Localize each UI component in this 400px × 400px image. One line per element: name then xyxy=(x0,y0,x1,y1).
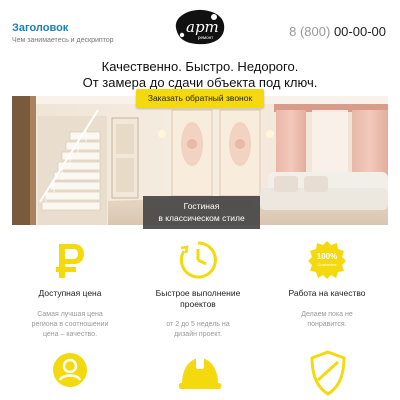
hard-hat-icon xyxy=(179,355,221,389)
callback-button[interactable]: Заказать обратный звонок xyxy=(136,89,264,108)
features-row-2 xyxy=(0,348,400,400)
logo-text: арт xyxy=(186,18,219,36)
phone-digits: 00-00-00 xyxy=(333,24,386,39)
logo[interactable]: арт ремонт xyxy=(170,8,228,46)
phone-prefix: 8 (800) xyxy=(289,24,331,39)
feature-description: Самая лучшая цена региона в соотношении … xyxy=(31,311,109,338)
caption-line-2: в классическом стиле xyxy=(158,213,245,223)
feature-description: от 2 до 5 недель на дизайн проект. xyxy=(166,321,230,338)
site-header: Заголовок Чем занимаетесь и дескриптор а… xyxy=(0,0,400,50)
site-title[interactable]: Заголовок xyxy=(12,22,68,34)
logo-subtext: ремонт xyxy=(198,35,213,40)
site-descriptor: Чем занимаетесь и дескриптор xyxy=(12,37,114,44)
feature-title: Работа на качество xyxy=(288,288,366,298)
feature-title: Быстрое выполнение проектов xyxy=(155,288,241,309)
headline: Качественно. Быстро. Недорого. xyxy=(101,59,299,74)
feature-title: Доступная цена xyxy=(38,288,102,298)
quality-badge-icon: 100% Guarantee xyxy=(308,241,346,279)
phone-number[interactable]: 8 (800) 00-00-00 xyxy=(289,24,386,39)
subheadline: От замера до сдачи объекта под ключ. xyxy=(82,75,318,90)
feature-description: Делаем пока не понравится. xyxy=(301,311,353,328)
clock-icon xyxy=(179,241,217,279)
support-icon xyxy=(53,353,87,387)
badge-text-top: 100% xyxy=(317,252,337,261)
hero-caption: Гостиная в классическом стиле xyxy=(143,196,260,229)
shield-icon xyxy=(310,350,346,396)
badge-text-bottom: Guarantee xyxy=(318,262,338,267)
caption-line-1: Гостиная xyxy=(183,201,220,211)
ruble-icon xyxy=(56,244,84,278)
